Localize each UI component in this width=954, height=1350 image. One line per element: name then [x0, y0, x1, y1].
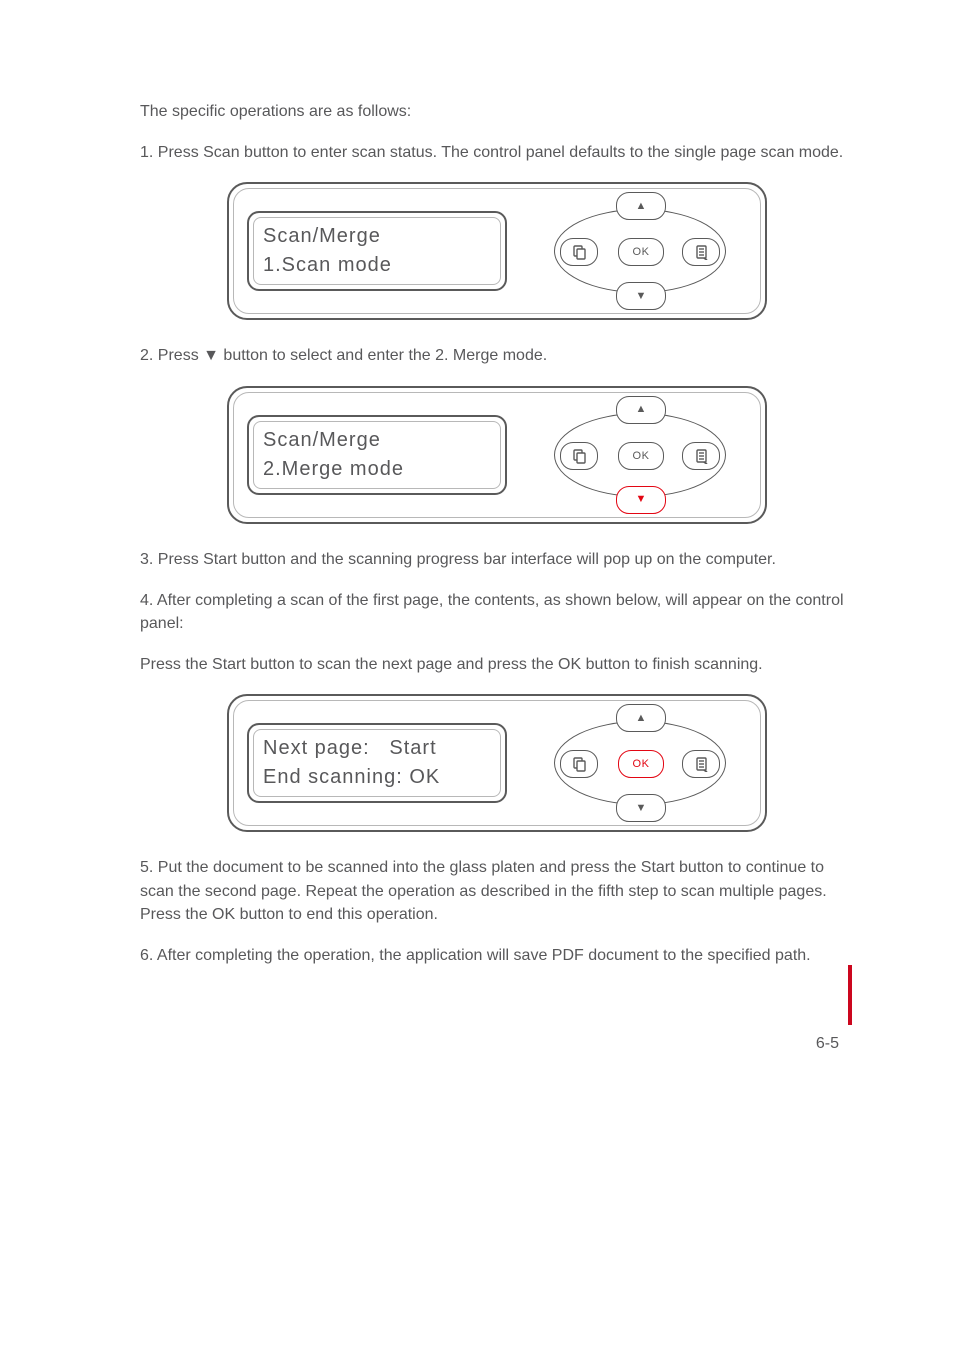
left-button[interactable]	[560, 442, 598, 470]
ok-label: OK	[633, 758, 650, 770]
copy-icon	[571, 244, 587, 260]
dpad: ▲ ▼ OK	[555, 196, 725, 306]
up-arrow-icon: ▲	[636, 201, 647, 212]
up-arrow-icon: ▲	[636, 404, 647, 415]
step-1-text: 1. Press Scan button to enter scan statu…	[140, 141, 854, 164]
down-button[interactable]: ▼	[616, 794, 666, 822]
lcd-screen: Next page: Start End scanning: OK	[247, 723, 507, 803]
copy-icon	[571, 448, 587, 464]
right-button[interactable]	[682, 238, 720, 266]
copy-icon	[571, 756, 587, 772]
step-4-text: 4. After completing a scan of the first …	[140, 589, 854, 635]
page-number: 6-5	[816, 1035, 839, 1053]
lcd-screen: Scan/Merge 2.Merge mode	[247, 415, 507, 495]
down-arrow-icon: ▼	[636, 803, 647, 814]
lcd-line-1: Next page: Start	[263, 737, 491, 760]
down-button[interactable]: ▼	[616, 486, 666, 514]
ok-button[interactable]: OK	[618, 442, 664, 470]
step-2-text-a: 2. Press	[140, 347, 203, 364]
document-icon	[693, 244, 709, 260]
down-arrow-icon: ▼	[636, 291, 647, 302]
left-button[interactable]	[560, 750, 598, 778]
right-button[interactable]	[682, 442, 720, 470]
panel-1: Scan/Merge 1.Scan mode ▲ ▼ OK	[140, 182, 854, 320]
press-start-text: Press the Start button to scan the next …	[140, 653, 854, 676]
step-2-text-b: button to select and enter the 2. Merge …	[219, 347, 547, 364]
dpad: ▲ ▼ OK	[555, 400, 725, 510]
panel-3: Next page: Start End scanning: OK ▲ ▼ OK	[140, 694, 854, 832]
lcd-line-2: End scanning: OK	[263, 766, 491, 789]
up-button[interactable]: ▲	[616, 396, 666, 424]
step-6-text: 6. After completing the operation, the a…	[140, 944, 854, 967]
down-arrow-icon: ▼	[203, 347, 219, 364]
ok-button[interactable]: OK	[618, 750, 664, 778]
panel-2: Scan/Merge 2.Merge mode ▲ ▼ OK	[140, 386, 854, 524]
ok-button[interactable]: OK	[618, 238, 664, 266]
up-arrow-icon: ▲	[636, 713, 647, 724]
left-button[interactable]	[560, 238, 598, 266]
up-button[interactable]: ▲	[616, 192, 666, 220]
down-arrow-icon: ▼	[636, 494, 647, 505]
page-accent-bar	[848, 965, 852, 1025]
document-icon	[693, 756, 709, 772]
right-button[interactable]	[682, 750, 720, 778]
step-2-text: 2. Press ▼ button to select and enter th…	[140, 344, 854, 367]
down-button[interactable]: ▼	[616, 282, 666, 310]
ok-label: OK	[633, 450, 650, 462]
lcd-line-1: Scan/Merge	[263, 225, 491, 248]
lcd-line-2: 1.Scan mode	[263, 254, 491, 277]
ok-label: OK	[633, 246, 650, 258]
up-button[interactable]: ▲	[616, 704, 666, 732]
step-5-text: 5. Put the document to be scanned into t…	[140, 856, 854, 926]
lcd-screen: Scan/Merge 1.Scan mode	[247, 211, 507, 291]
dpad: ▲ ▼ OK	[555, 708, 725, 818]
step-3-text: 3. Press Start button and the scanning p…	[140, 548, 854, 571]
document-icon	[693, 448, 709, 464]
intro-text: The specific operations are as follows:	[140, 100, 854, 123]
lcd-line-1: Scan/Merge	[263, 429, 491, 452]
lcd-line-2: 2.Merge mode	[263, 458, 491, 481]
